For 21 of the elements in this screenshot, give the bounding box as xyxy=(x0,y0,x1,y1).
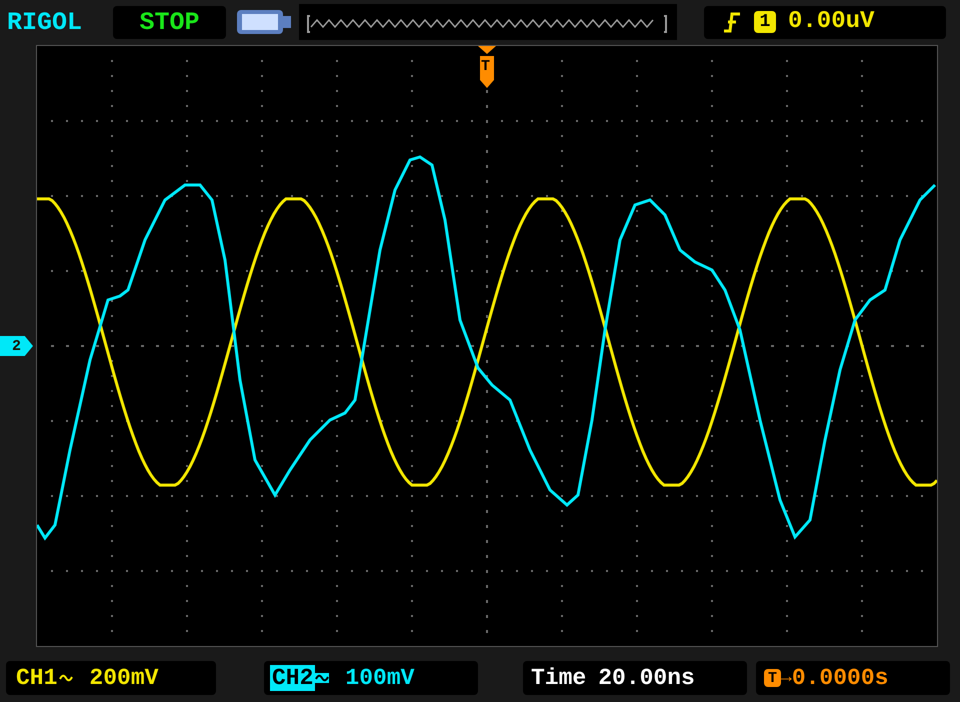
trigger-offset-marker: T xyxy=(764,669,781,687)
ac-coupling-icon xyxy=(315,673,330,683)
trigger-position-marker xyxy=(477,46,497,90)
channel-label[interactable]: CH1 xyxy=(14,665,60,691)
brand-logo: RIGOL xyxy=(7,10,84,34)
run-status: STOP xyxy=(113,6,226,38)
timebase-label: Time xyxy=(531,666,586,690)
battery-icon xyxy=(236,8,292,36)
trigger-offset-arrow: → xyxy=(781,669,792,687)
channel-label[interactable]: CH2 xyxy=(270,665,316,691)
trigger-level: 0.00uV xyxy=(788,10,874,34)
trigger-position-label: T xyxy=(481,59,490,74)
waveform-overview-icon xyxy=(307,14,667,34)
channel-offset-marker: 2 xyxy=(0,336,33,356)
ac-coupling-icon xyxy=(59,673,74,683)
volts-per-division: 200mV xyxy=(89,666,158,690)
volts-per-division: 100mV xyxy=(345,666,414,690)
rising-edge-icon xyxy=(722,11,742,33)
trigger-offset-value: 0.0000s xyxy=(792,666,888,690)
trigger-source: 1 xyxy=(754,11,776,33)
timebase-value: 20.00ns xyxy=(598,666,695,690)
